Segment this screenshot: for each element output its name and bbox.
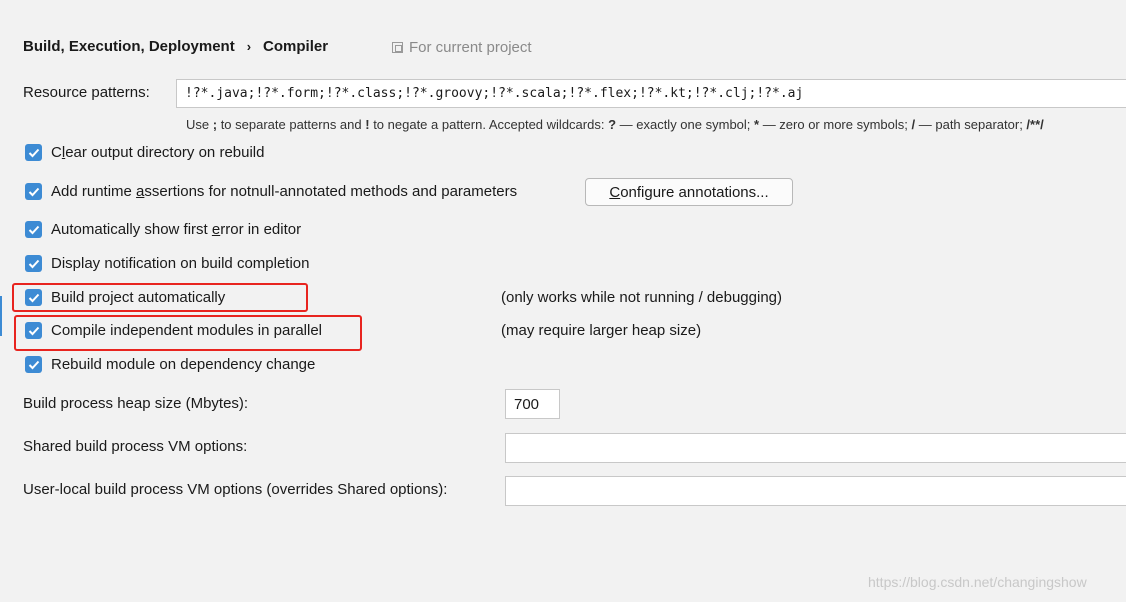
build-auto-checkbox[interactable]: Build project automatically	[25, 289, 225, 306]
compile-parallel-note: (may require larger heap size)	[501, 322, 702, 339]
compile-parallel-label: Compile independent modules in parallel	[51, 322, 323, 339]
configure-annotations-button[interactable]: Configure annotations...	[585, 178, 793, 206]
compile-parallel-checkbox[interactable]: Compile independent modules in parallel	[25, 322, 322, 339]
chevron-right-icon: ›	[246, 39, 252, 54]
user-vm-options-label: User-local build process VM options (ove…	[23, 481, 448, 498]
notify-build-label: Display notification on build completion	[51, 255, 310, 272]
show-first-error-label: Automatically show first error in editor	[51, 221, 302, 238]
checkbox-checked-icon[interactable]	[25, 183, 42, 200]
build-auto-label: Build project automatically	[51, 289, 226, 306]
rebuild-on-dependency-checkbox[interactable]: Rebuild module on dependency change	[25, 356, 315, 373]
scope-label: For current project	[409, 39, 532, 56]
checkbox-checked-icon[interactable]	[25, 255, 42, 272]
checkbox-checked-icon[interactable]	[25, 356, 42, 373]
rebuild-on-dependency-label: Rebuild module on dependency change	[51, 356, 316, 373]
shared-vm-options-label: Shared build process VM options:	[23, 438, 248, 455]
runtime-assertions-label: Add runtime assertions for notnull-annot…	[51, 183, 518, 200]
breadcrumb-parent[interactable]: Build, Execution, Deployment	[23, 38, 235, 55]
heap-size-label: Build process heap size (Mbytes):	[23, 395, 249, 412]
user-vm-options-input[interactable]	[505, 476, 1126, 506]
checkbox-checked-icon[interactable]	[25, 289, 42, 306]
resource-patterns-input[interactable]: !?*.java;!?*.form;!?*.class;!?*.groovy;!…	[176, 79, 1126, 108]
build-auto-note: (only works while not running / debuggin…	[501, 289, 782, 306]
checkbox-checked-icon[interactable]	[25, 322, 42, 339]
copy-icon	[392, 42, 403, 53]
breadcrumb-current: Compiler	[263, 38, 329, 55]
breadcrumb: Build, Execution, Deployment › Compiler	[23, 38, 328, 55]
notify-build-checkbox[interactable]: Display notification on build completion	[25, 255, 309, 272]
scope-indicator: For current project	[392, 39, 532, 56]
checkbox-checked-icon[interactable]	[25, 221, 42, 238]
resource-patterns-label: Resource patterns:	[23, 84, 150, 101]
shared-vm-options-input[interactable]	[505, 433, 1126, 463]
clear-output-label: Clear output directory on rebuild	[51, 144, 265, 161]
row-focus-marker	[0, 296, 2, 336]
runtime-assertions-checkbox[interactable]: Add runtime assertions for notnull-annot…	[25, 183, 517, 200]
resource-patterns-hint: Use ; to separate patterns and ! to nega…	[186, 117, 1044, 132]
heap-size-input[interactable]: 700	[505, 389, 560, 419]
watermark: https://blog.csdn.net/changingshow	[868, 574, 1087, 590]
checkbox-checked-icon[interactable]	[25, 144, 42, 161]
clear-output-checkbox[interactable]: Clear output directory on rebuild	[25, 144, 264, 161]
show-first-error-checkbox[interactable]: Automatically show first error in editor	[25, 221, 301, 238]
